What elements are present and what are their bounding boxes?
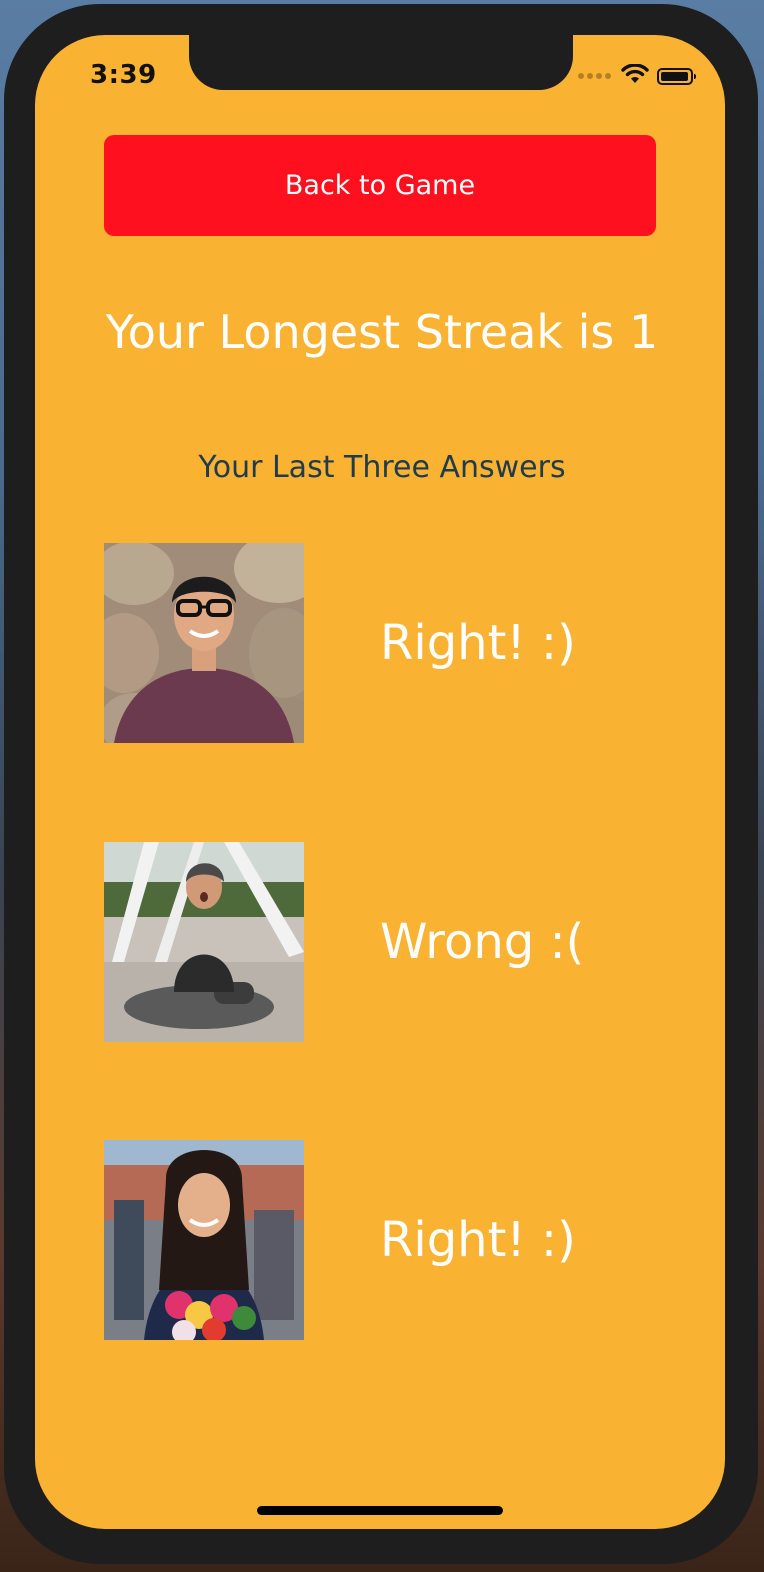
answer-row: Wrong :(: [104, 842, 664, 1042]
back-to-game-button[interactable]: Back to Game: [104, 135, 656, 236]
answer-row: Right! :): [104, 1140, 664, 1340]
last-answers-title: Your Last Three Answers: [198, 450, 566, 485]
answer-row: Right! :): [104, 543, 664, 743]
cellular-signal-icon: [578, 73, 611, 79]
answer-result: Right! :): [380, 615, 576, 671]
longest-streak-title: Your Longest Streak is 1: [105, 305, 659, 359]
portrait-photo-icon: [104, 543, 304, 743]
status-icons: [578, 63, 696, 88]
home-indicator[interactable]: [257, 1506, 503, 1515]
wifi-icon: [621, 63, 649, 88]
battery-icon: [657, 67, 696, 85]
portrait-photo-icon: [104, 1140, 304, 1340]
device-notch: [189, 30, 573, 90]
status-time: 3:39: [90, 60, 157, 90]
answer-result: Right! :): [380, 1212, 576, 1268]
portrait-photo-icon: [104, 842, 304, 1042]
answer-result: Wrong :(: [380, 914, 585, 970]
